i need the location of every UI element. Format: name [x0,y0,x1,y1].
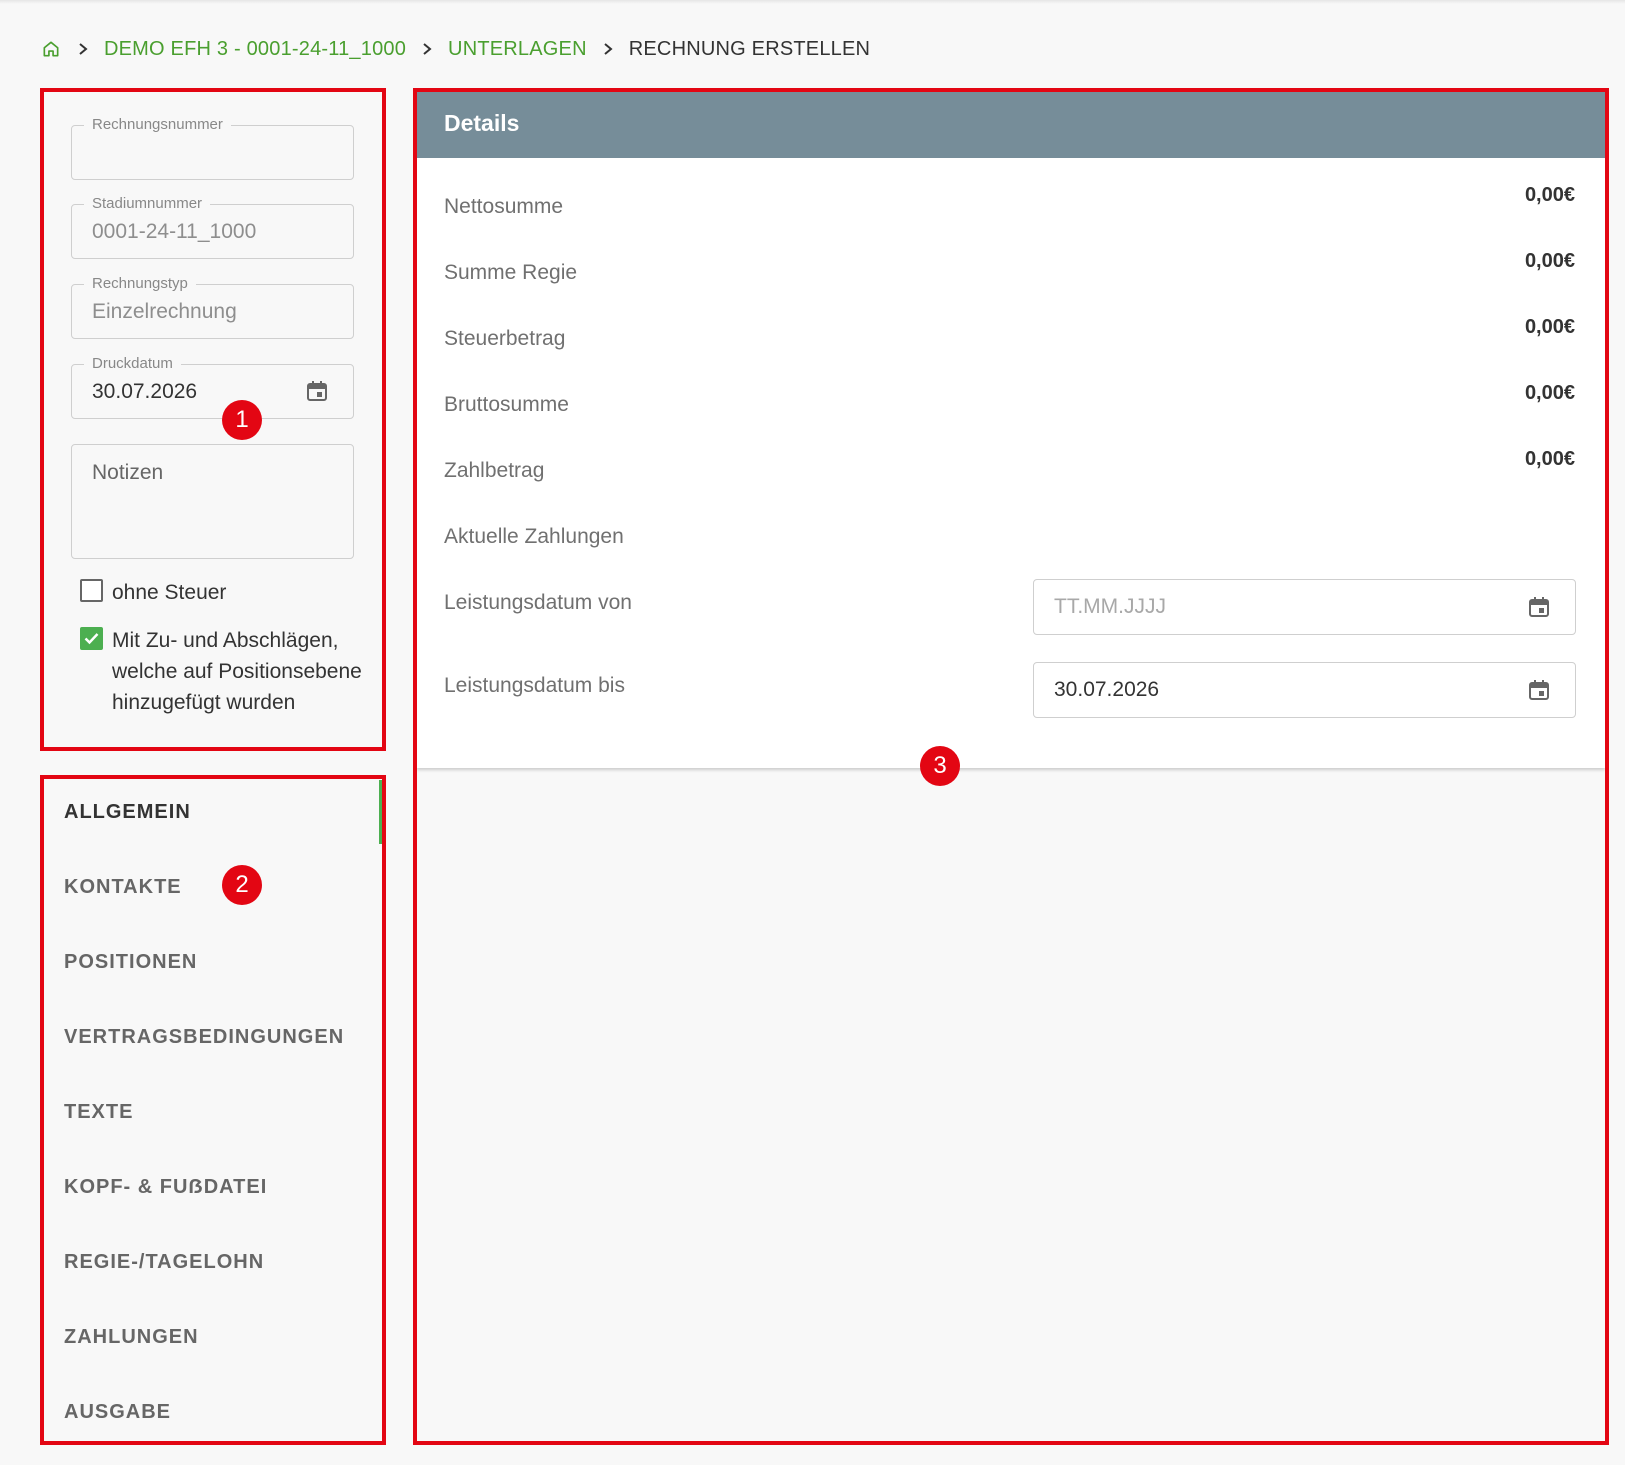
druckdatum-field[interactable]: Druckdatum 30.07.2026 [71,355,354,419]
top-shadow [0,0,1625,4]
zahlbetrag-value: 0,00€ [1524,448,1575,470]
bruttosumme-label: Bruttosumme [444,393,569,416]
druckdatum-label: Druckdatum [84,355,181,373]
rechnungstyp-value: Einzelrechnung [92,300,237,323]
stadiumnummer-field: Stadiumnummer 0001-24-11_1000 [71,195,354,259]
ohne-steuer-label: ohne Steuer [112,581,227,604]
leistungsdatum-bis-value: 30.07.2026 [1054,678,1160,701]
invoice-form-panel: Rechnungsnummer Stadiumnummer 0001-24-11… [44,92,382,746]
breadcrumb: DEMO EFH 3 - 0001-24-11_1000 UNTERLAGEN … [40,34,870,64]
stadiumnummer-label: Stadiumnummer [84,195,211,213]
details-card: Details Nettosumme 0,00€ Summe Regie 0,0… [417,92,1605,768]
ohne-steuer-checkbox[interactable]: ohne Steuer [80,577,367,608]
section-nav: ALLGEMEIN KONTAKTE POSITIONEN VERTRAGSBE… [44,780,383,1445]
details-title: Details [444,110,520,136]
rechnungsnummer-field[interactable]: Rechnungsnummer [71,116,354,180]
steuerbetrag-value: 0,00€ [1524,316,1575,338]
annotation-badge-3: 3 [920,746,960,786]
leistungsdatum-bis-label: Leistungsdatum bis [444,674,625,697]
leistungsdatum-von-placeholder: TT.MM.JJJJ [1054,595,1166,618]
steuerbetrag-label: Steuerbetrag [444,327,566,350]
chevron-right-icon [416,38,438,60]
leistungsdatum-bis-input[interactable]: 30.07.2026 [1033,662,1576,718]
breadcrumb-unterlagen-link[interactable]: UNTERLAGEN [448,38,587,61]
nav-item-kontakte[interactable]: KONTAKTE [64,867,182,907]
zahlbetrag-label: Zahlbetrag [444,459,545,482]
calendar-icon[interactable] [305,379,331,405]
summe-regie-label: Summe Regie [444,261,578,284]
nav-item-zahlungen[interactable]: ZAHLUNGEN [64,1317,199,1357]
home-icon[interactable] [40,38,62,60]
calendar-icon[interactable] [1527,678,1553,704]
nav-item-kopf-fussdatei[interactable]: KOPF- & FUẞDATEI [64,1167,267,1207]
rechnungstyp-label: Rechnungstyp [84,275,196,293]
annotation-badge-1: 1 [222,400,262,440]
annotation-badge-2: 2 [222,865,262,905]
nettosumme-value: 0,00€ [1524,184,1575,206]
nav-item-allgemein[interactable]: ALLGEMEIN [64,792,191,832]
nettosumme-label: Nettosumme [444,195,564,218]
druckdatum-value: 30.07.2026 [92,380,198,403]
checkbox-checked-icon[interactable] [80,627,103,650]
checkbox-unchecked-icon[interactable] [80,579,103,602]
nav-item-ausgabe[interactable]: AUSGABE [64,1392,171,1432]
breadcrumb-current: RECHNUNG ERSTELLEN [628,37,871,60]
zuschlaege-checkbox[interactable]: Mit Zu- und Abschlägen, welche auf Posit… [80,625,367,718]
leistungsdatum-von-input[interactable]: TT.MM.JJJJ [1033,579,1576,635]
nav-item-positionen[interactable]: POSITIONEN [64,942,197,982]
leistungsdatum-von-label: Leistungsdatum von [444,591,632,614]
zuschlaege-label: Mit Zu- und Abschlägen, welche auf Posit… [112,629,362,714]
stadiumnummer-value: 0001-24-11_1000 [92,220,257,243]
notizen-placeholder: Notizen [92,461,164,484]
nav-item-texte[interactable]: TEXTE [64,1092,133,1132]
summe-regie-value: 0,00€ [1524,250,1575,272]
nav-item-vertragsbedingungen[interactable]: VERTRAGSBEDINGUNGEN [64,1017,344,1057]
bruttosumme-value: 0,00€ [1524,382,1575,404]
nav-item-regie-tagelohn[interactable]: REGIE-/TAGELOHN [64,1242,264,1282]
chevron-right-icon [72,38,94,60]
rechnungsnummer-label: Rechnungsnummer [84,116,231,134]
aktuelle-zahlungen-label: Aktuelle Zahlungen [444,525,624,548]
details-card-header: Details [417,92,1605,158]
calendar-icon[interactable] [1527,595,1553,621]
rechnungstyp-field: Rechnungstyp Einzelrechnung [71,275,354,339]
active-tab-indicator [379,780,383,844]
chevron-right-icon [597,38,619,60]
notizen-textarea[interactable]: Notizen [71,444,354,559]
breadcrumb-project-link[interactable]: DEMO EFH 3 - 0001-24-11_1000 [104,38,406,61]
